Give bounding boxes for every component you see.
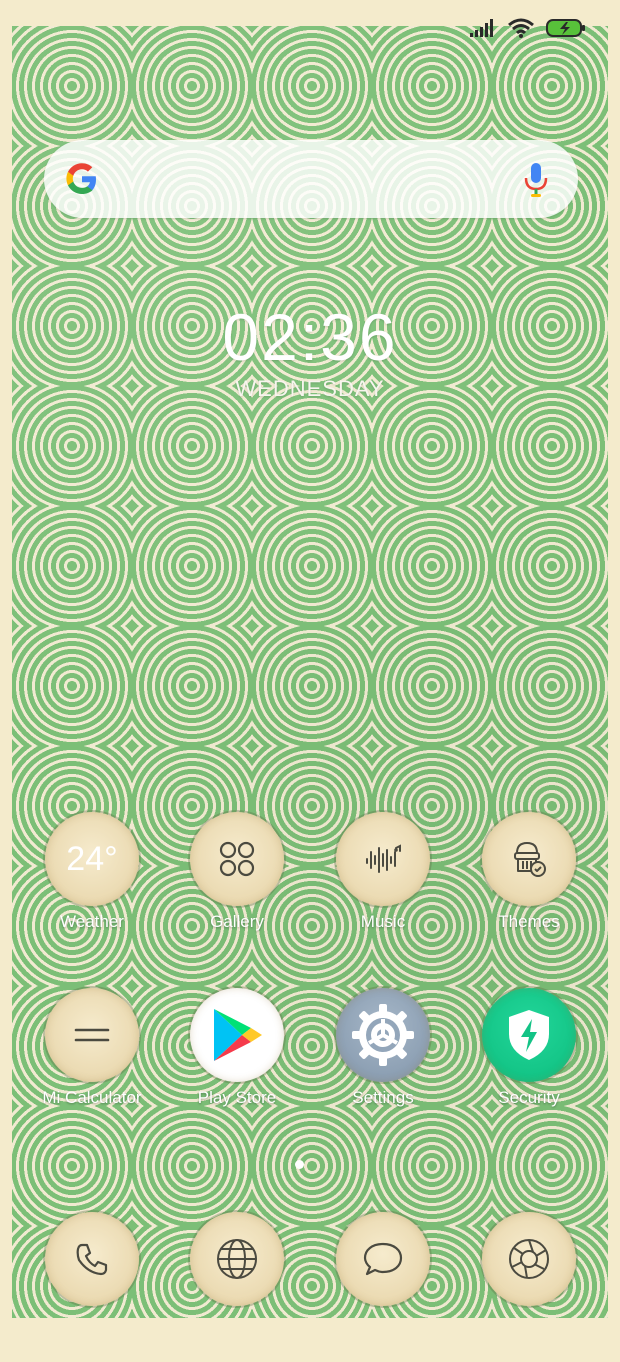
clock-widget[interactable]: 02:36 WEDNESDAY: [0, 302, 620, 402]
clock-time: 02:36: [222, 300, 398, 374]
app-label-mi-calculator: Mi Calculator: [42, 1088, 142, 1107]
app-music[interactable]: Music: [310, 812, 456, 962]
app-label-security: Security: [498, 1088, 560, 1107]
gallery-grid-icon: [190, 812, 284, 906]
dock-phone[interactable]: [19, 1212, 165, 1362]
google-g-icon: [66, 163, 96, 194]
dock-camera[interactable]: [456, 1212, 602, 1362]
app-settings[interactable]: Settings: [310, 988, 456, 1138]
app-label-weather: Weather: [60, 912, 124, 931]
app-label-themes: Themes: [498, 912, 560, 931]
camera-icon: [482, 1212, 576, 1306]
dock-browser[interactable]: [164, 1212, 310, 1362]
battery-charging-icon: [546, 19, 585, 37]
clock-day: WEDNESDAY: [235, 376, 385, 401]
dock-messages[interactable]: [310, 1212, 456, 1362]
app-security[interactable]: Security: [456, 988, 602, 1138]
app-label-settings: Settings: [352, 1088, 414, 1107]
app-label-music: Music: [360, 912, 406, 931]
weather-temperature: 24°: [66, 839, 118, 878]
app-label-gallery: Gallery: [210, 912, 264, 931]
messages-icon: [336, 1212, 430, 1306]
themes-brush-icon: [482, 812, 576, 906]
app-label-play-store: Play Store: [197, 1088, 277, 1107]
app-mi-calculator[interactable]: Mi Calculator: [19, 988, 165, 1138]
signal-bars-icon: [470, 19, 493, 37]
microphone-icon[interactable]: [522, 162, 550, 198]
search-bar[interactable]: [44, 140, 578, 218]
app-weather[interactable]: 24° Weather: [19, 812, 165, 962]
app-play-store[interactable]: Play Store: [164, 988, 310, 1138]
page-indicator-dot[interactable]: [295, 1160, 304, 1169]
app-gallery[interactable]: Gallery: [164, 812, 310, 962]
calculator-equals-icon: [45, 988, 139, 1082]
wifi-icon: [508, 18, 534, 38]
security-shield-icon: [482, 988, 576, 1082]
settings-gear-icon: [336, 988, 430, 1082]
browser-globe-icon: [190, 1212, 284, 1306]
app-themes[interactable]: Themes: [456, 812, 602, 962]
weather-icon: 24°: [45, 812, 139, 906]
phone-icon: [45, 1212, 139, 1306]
status-bar: [470, 14, 586, 42]
music-waveform-icon: [336, 812, 430, 906]
play-store-icon: [190, 988, 284, 1082]
